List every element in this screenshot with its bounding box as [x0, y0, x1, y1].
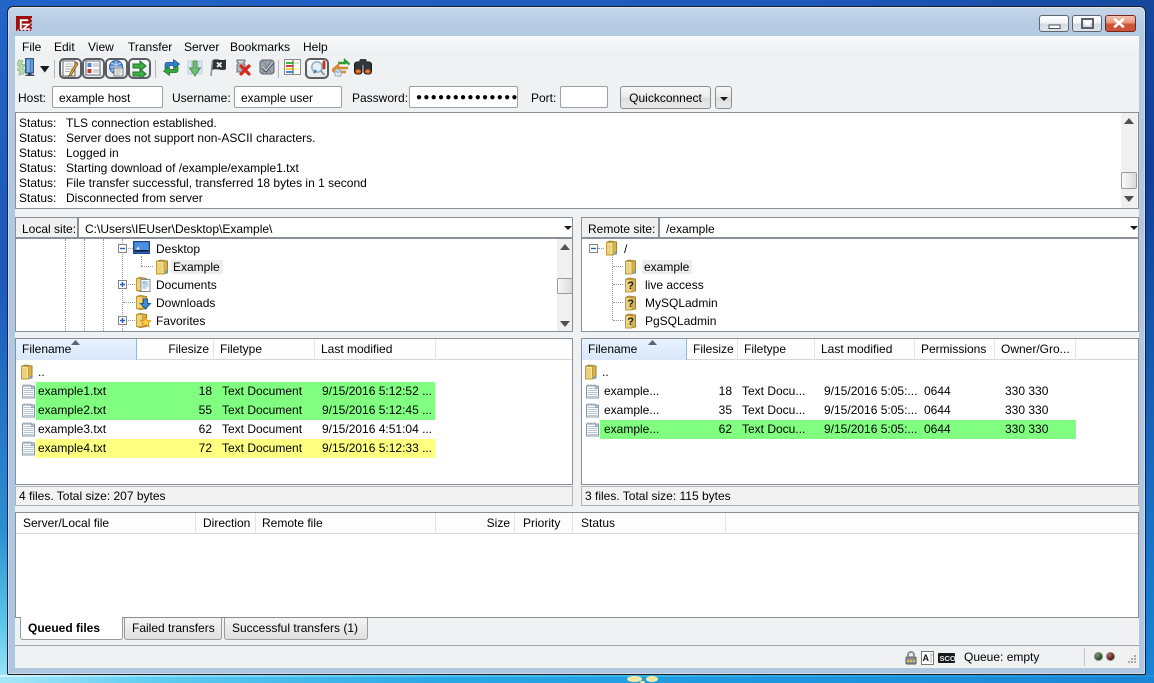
- svg-text:SCO: SCO: [940, 654, 956, 663]
- svg-text:?: ?: [627, 280, 634, 292]
- svg-text:?: ?: [627, 298, 634, 310]
- svg-text:?: ?: [627, 316, 634, 328]
- svg-text:A: A: [923, 653, 930, 663]
